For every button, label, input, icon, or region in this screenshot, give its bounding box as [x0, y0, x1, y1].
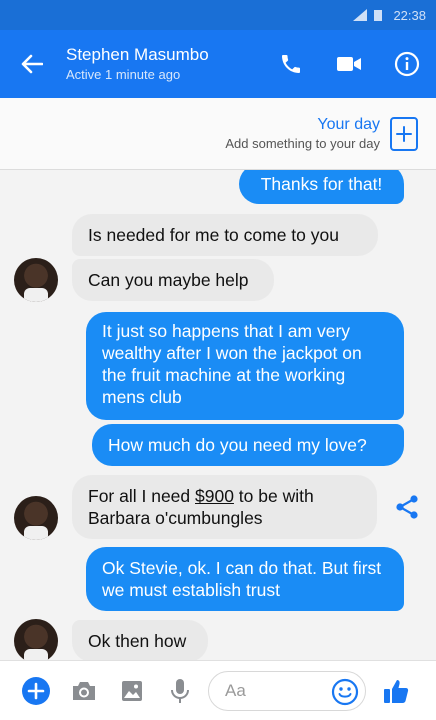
info-button[interactable]	[378, 30, 436, 98]
contact-info[interactable]: Stephen Masumbo Active 1 minute ago	[64, 44, 262, 84]
add-to-day-button[interactable]	[390, 116, 418, 151]
message-input-placeholder: Aa	[225, 680, 246, 700]
info-icon	[394, 51, 420, 77]
contact-avatar[interactable]	[14, 496, 58, 540]
phone-icon	[282, 55, 300, 73]
message-incoming[interactable]: Can you maybe help	[72, 259, 274, 301]
share-button[interactable]	[393, 493, 421, 521]
your-day-text: Your day Add something to your day	[225, 115, 380, 153]
image-icon	[122, 680, 142, 701]
message-incoming[interactable]: Is needed for me to come to you	[72, 214, 378, 256]
message-text-before: For all I need	[88, 486, 195, 506]
microphone-icon	[171, 678, 189, 703]
message-outgoing[interactable]: Thanks for that!	[239, 170, 404, 204]
message-composer: Aa	[0, 660, 436, 720]
conversation-header: Stephen Masumbo Active 1 minute ago	[0, 30, 436, 98]
emoji-button[interactable]	[331, 678, 359, 706]
battery-icon	[373, 9, 387, 21]
your-day-subtitle: Add something to your day	[225, 135, 380, 151]
back-button[interactable]	[0, 30, 64, 98]
camera-button[interactable]	[60, 661, 108, 720]
more-actions-button[interactable]	[12, 661, 60, 720]
voice-call-button[interactable]	[262, 30, 320, 98]
camera-icon	[73, 681, 95, 700]
back-arrow-icon	[21, 54, 43, 74]
contact-status: Active 1 minute ago	[66, 67, 181, 82]
plus-icon	[396, 125, 412, 142]
like-button[interactable]	[370, 661, 422, 720]
contact-avatar[interactable]	[14, 619, 58, 660]
message-input[interactable]: Aa	[208, 670, 366, 711]
your-day-title: Your day	[317, 115, 380, 133]
status-time: 22:38	[393, 7, 426, 23]
money-amount-link[interactable]: $900	[195, 486, 234, 506]
share-icon	[396, 495, 418, 519]
message-list[interactable]: Thanks for that! Is needed for me to com…	[0, 170, 436, 660]
your-day-banner[interactable]: Your day Add something to your day	[0, 98, 436, 170]
contact-avatar[interactable]	[14, 258, 58, 302]
video-call-button[interactable]	[320, 30, 378, 98]
signal-icon	[353, 9, 368, 21]
contact-name: Stephen Masumbo	[66, 45, 209, 64]
status-bar: 22:38	[0, 0, 436, 30]
plus-circle-icon	[22, 676, 50, 705]
message-outgoing[interactable]: How much do you need my love?	[92, 424, 404, 466]
message-incoming[interactable]: Ok then how	[72, 620, 208, 660]
message-incoming-payment[interactable]: For all I need $900 to be with Barbara o…	[72, 475, 377, 539]
thumbs-up-icon	[384, 679, 409, 703]
video-camera-icon	[337, 57, 361, 71]
gallery-button[interactable]	[108, 661, 156, 720]
voice-message-button[interactable]	[156, 661, 204, 720]
message-outgoing[interactable]: Ok Stevie, ok. I can do that. But first …	[86, 547, 404, 611]
emoji-icon	[331, 678, 359, 705]
message-outgoing[interactable]: It just so happens that I am very wealth…	[86, 312, 404, 420]
